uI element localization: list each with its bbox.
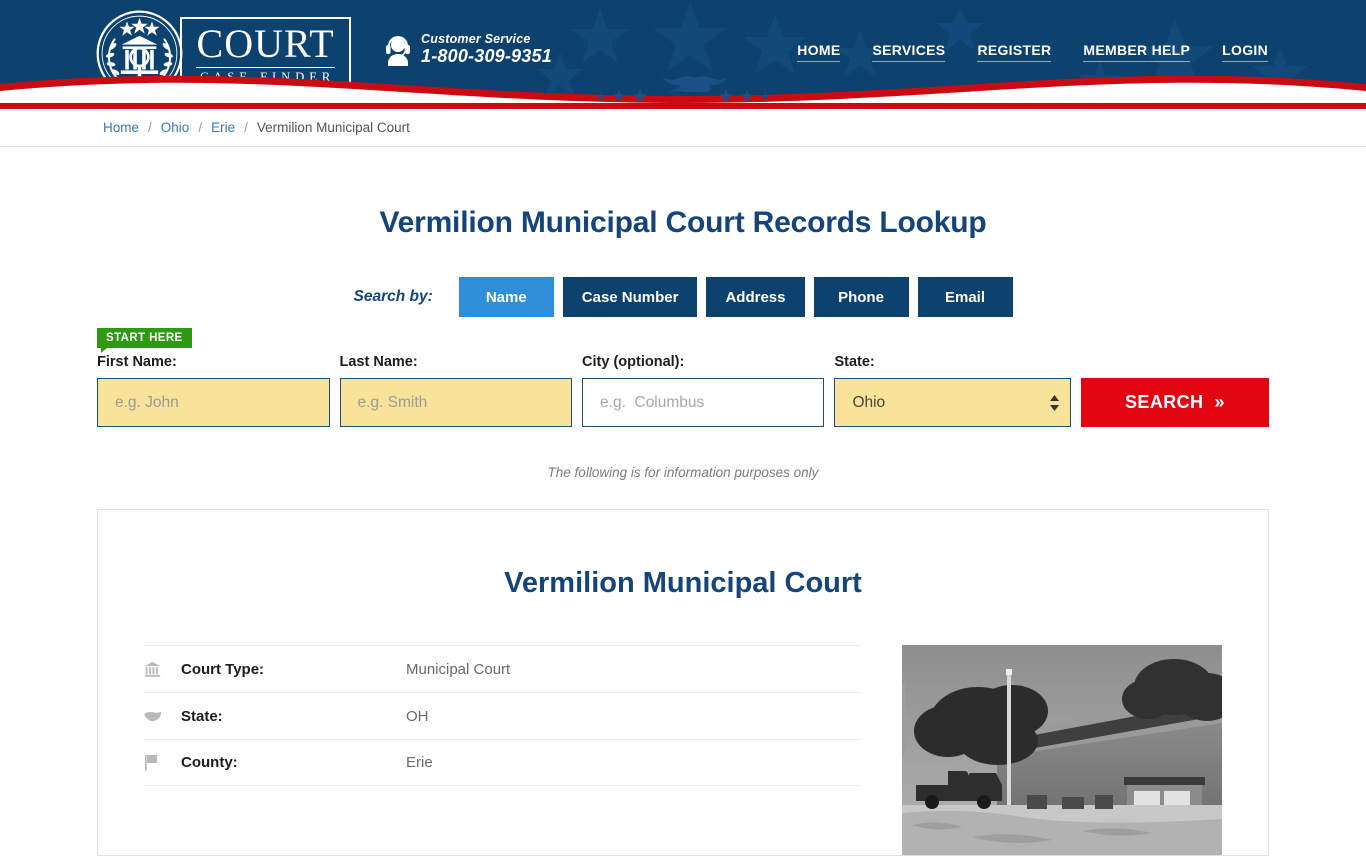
first-name-input[interactable] [97,378,330,427]
breadcrumb-item-home[interactable]: Home [103,120,139,135]
customer-service-label: Customer Service [421,32,531,46]
city-field-group: City (optional): [582,354,825,427]
city-label: City (optional): [582,354,685,370]
breadcrumb-item-erie[interactable]: Erie [211,120,235,135]
courthouse-photo [902,645,1222,855]
tab-case-number[interactable]: Case Number [562,277,698,317]
table-row: Court Type: Municipal Court [144,645,860,692]
state-field-group: State: Ohio [834,354,1071,427]
eagle-emblem [596,76,770,103]
breadcrumb-item-current: Vermilion Municipal Court [256,120,410,135]
site-header: COURT CASE FINDER Customer Service 1-800… [0,0,1366,103]
city-input[interactable] [582,378,825,427]
search-by-tabs: Search by: Name Case Number Address Phon… [0,277,1366,317]
page-title: Vermilion Municipal Court Records Lookup [379,206,987,239]
last-name-input[interactable] [339,378,573,427]
double-chevron-right-icon: » [1214,392,1225,412]
breadcrumb: Home / Ohio / Erie / Vermilion Municipal… [0,109,1366,147]
table-row: State: OH [144,692,860,739]
tab-address[interactable]: Address [706,277,805,317]
state-select[interactable]: Ohio [834,378,1071,427]
search-button-label: SEARCH [1125,392,1204,412]
state-row-value: OH [406,707,429,725]
last-name-field-group: Last Name: [339,354,573,427]
state-label: State: [834,354,875,370]
tab-phone[interactable]: Phone [813,277,909,317]
first-name-label: First Name: [97,354,177,370]
start-here-badge: START HERE [97,328,192,353]
breadcrumb-separator: / [198,120,203,135]
court-details-table: Court Type: Municipal Court State: OH Co… [144,645,860,786]
search-form: START HERE First Name: Last Name: City (… [97,328,1270,427]
table-row: County: Erie [144,739,860,786]
disclaimer-text: The following is for information purpose… [547,465,819,480]
bank-building-icon [144,661,181,678]
court-type-label: Court Type: [181,660,265,678]
first-name-field-group: First Name: [97,354,330,427]
tab-email[interactable]: Email [917,277,1013,317]
search-by-label: Search by: [353,288,433,305]
tab-name[interactable]: Name [458,277,554,317]
court-info-card: Vermilion Municipal Court Court Type: Mu… [97,509,1269,856]
last-name-label: Last Name: [339,354,418,370]
state-row-label: State: [181,707,223,725]
county-value: Erie [406,754,433,771]
breadcrumb-separator: / [148,120,152,135]
search-button[interactable]: SEARCH » [1080,378,1270,427]
us-map-icon [144,710,181,723]
court-name-heading: Vermilion Municipal Court [504,567,862,599]
court-type-value: Municipal Court [406,660,511,678]
breadcrumb-item-ohio[interactable]: Ohio [161,120,190,135]
flag-icon [144,754,181,771]
breadcrumb-separator: / [244,120,248,135]
county-label: County: [181,754,238,771]
